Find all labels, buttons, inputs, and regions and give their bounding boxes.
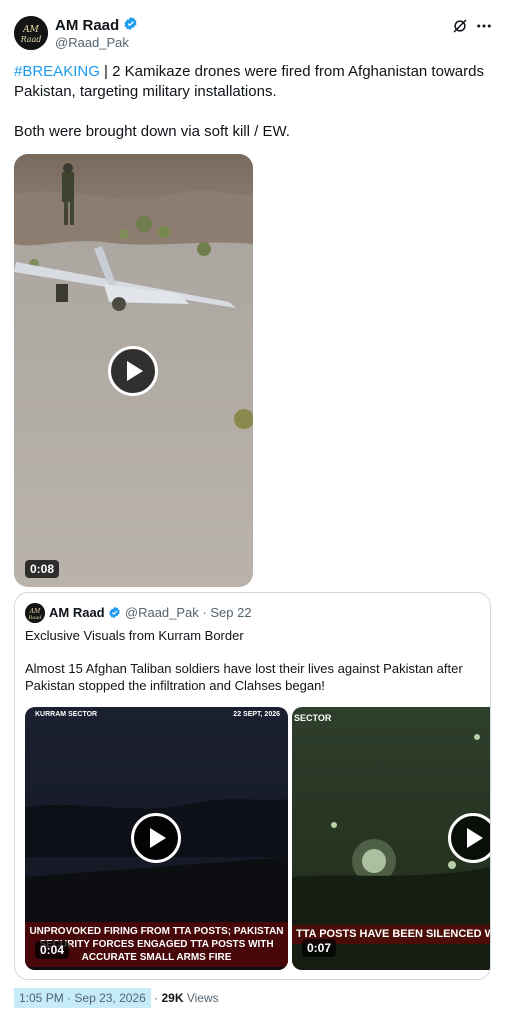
play-icon[interactable]	[108, 346, 158, 396]
more-icon[interactable]	[475, 17, 493, 35]
post-timestamp[interactable]: 1:05 PM · Sep 23, 2026	[14, 988, 151, 1008]
hashtag-link[interactable]: #BREAKING	[14, 63, 100, 80]
video-duration: 0:04	[35, 941, 70, 959]
avatar-logo-icon: AM Raad	[14, 16, 48, 50]
quoted-author-avatar: AM Raad	[25, 603, 45, 623]
quoted-separator: ·	[202, 605, 207, 620]
quoted-video-2[interactable]: SECTOR TTA POSTS HAVE BEEN SILENCED WITH…	[292, 707, 490, 970]
post-date: Sep 23, 2026	[74, 991, 146, 1005]
quoted-header: AM Raad @Raad_Pak · Sep 22	[49, 605, 252, 622]
verified-badge-icon	[123, 16, 138, 36]
avatar-logo-icon: AM Raad	[25, 603, 45, 623]
post-text: #BREAKING | 2 Kamikaze drones were fired…	[14, 62, 494, 142]
author-name-text: AM Raad	[55, 16, 120, 34]
quoted-text-2: Almost 15 Afghan Taliban soldiers have l…	[25, 661, 463, 693]
views-count[interactable]: 29K	[161, 991, 183, 1005]
quoted-author-handle: @Raad_Pak	[124, 605, 199, 620]
post-time: 1:05 PM	[19, 991, 64, 1005]
svg-text:Raad: Raad	[20, 35, 42, 44]
grok-icon[interactable]	[451, 17, 469, 35]
author-avatar[interactable]: AM Raad	[14, 16, 48, 50]
meta-separator: ·	[154, 991, 159, 1005]
views-label: Views	[186, 991, 219, 1005]
quoted-date: Sep 22	[210, 605, 252, 620]
author-name[interactable]: AM Raad	[55, 16, 138, 36]
svg-text:Raad: Raad	[27, 615, 41, 621]
author-handle[interactable]: @Raad_Pak	[55, 35, 129, 50]
video-tag-right: 22 SEPT, 2026	[233, 711, 280, 718]
quoted-text-1: Exclusive Visuals from Kurram Border	[25, 628, 244, 643]
quoted-video-1[interactable]: KURRAM SECTOR 22 SEPT, 2026 UNPROVOKED F…	[25, 707, 288, 970]
post-line-2: Both were brought down via soft kill / E…	[14, 123, 290, 140]
quoted-author-name: AM Raad	[49, 605, 105, 620]
post-video[interactable]: 0:08	[14, 154, 253, 587]
video-duration: 0:07	[302, 939, 337, 957]
post-meta: 1:05 PM · Sep 23, 2026 · 29K Views	[14, 988, 219, 1008]
play-icon[interactable]	[448, 813, 490, 863]
svg-text:AM: AM	[29, 608, 41, 615]
video-tag-left: SECTOR	[294, 713, 332, 723]
play-icon[interactable]	[131, 813, 181, 863]
video-duration: 0:08	[25, 560, 60, 578]
quoted-post[interactable]: AM Raad AM Raad @Raad_Pak · Sep 22 Exclu…	[14, 592, 491, 980]
verified-badge-icon	[108, 606, 121, 622]
post-separator: ·	[67, 991, 72, 1005]
post-line-1: #BREAKING | 2 Kamikaze drones were fired…	[14, 62, 494, 102]
video-tag-left: KURRAM SECTOR	[35, 711, 98, 718]
svg-text:AM: AM	[22, 25, 39, 35]
